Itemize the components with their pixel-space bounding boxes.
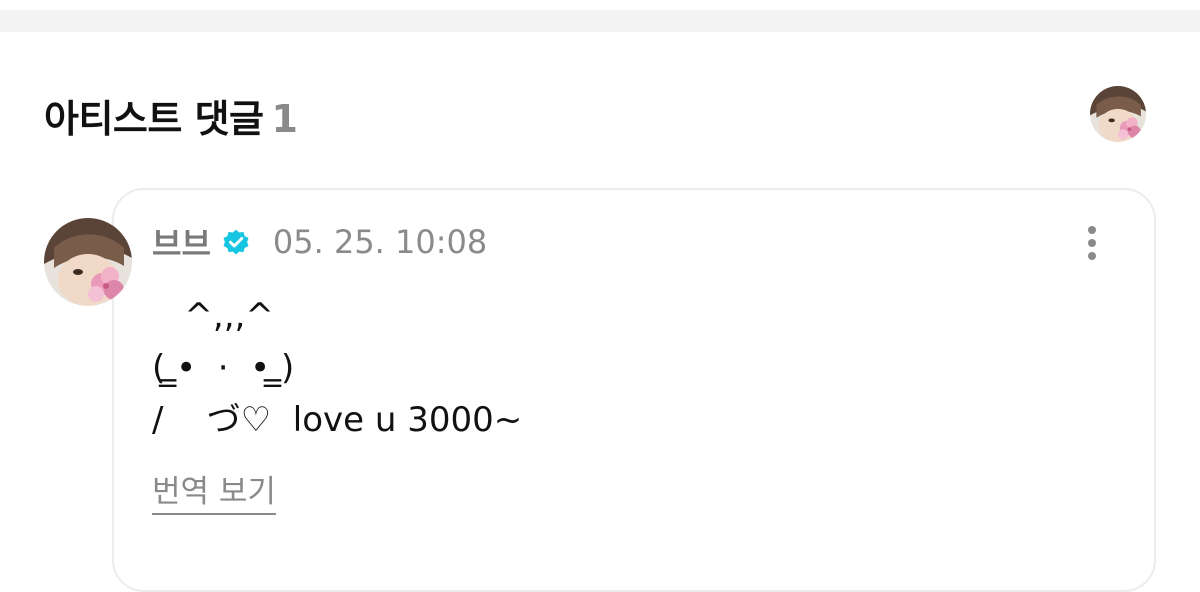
more-options-button[interactable] [1078, 222, 1106, 264]
author-avatar-image [44, 218, 132, 306]
header-avatar-image [1090, 86, 1146, 142]
translate-link[interactable]: 번역 보기 [152, 466, 276, 515]
comment-line: ( ̳• · • ̳) [152, 348, 295, 388]
comment-text: ^,,,^ ( ̳• · • ̳) / づ♡ love u 3000~ [152, 290, 522, 446]
author-name[interactable]: 브브 [152, 219, 211, 265]
header-avatar[interactable] [1090, 86, 1146, 142]
comment-header: 브브 05. 25. 10:08 [152, 219, 488, 265]
author-avatar[interactable] [44, 218, 132, 306]
top-divider-bar [0, 10, 1200, 32]
comment-line: / づ♡ love u 3000~ [152, 400, 523, 440]
more-vertical-icon-dot [1088, 226, 1096, 234]
comment-count: 1 [271, 97, 298, 141]
comment-timestamp: 05. 25. 10:08 [272, 223, 488, 261]
section-title: 아티스트 댓글 1 [44, 88, 298, 143]
more-vertical-icon-dot [1088, 252, 1096, 260]
section-title-label: 아티스트 댓글 [44, 97, 264, 141]
comment-line: ^,,,^ [152, 296, 274, 336]
more-vertical-icon-dot [1088, 239, 1096, 247]
verified-check-icon [221, 227, 251, 257]
